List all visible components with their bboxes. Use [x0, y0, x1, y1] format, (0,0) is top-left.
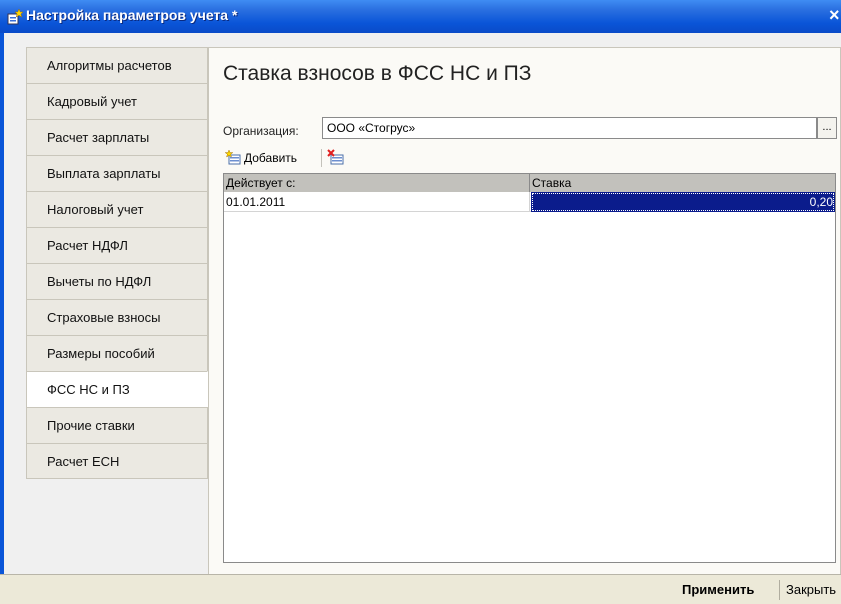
- column-header-effective-date[interactable]: Действует с:: [224, 174, 530, 192]
- organization-field[interactable]: ООО «Стогрус»: [322, 117, 817, 139]
- close-icon[interactable]: ×: [829, 5, 841, 25]
- delete-row-icon[interactable]: [327, 149, 345, 167]
- organization-select-button[interactable]: ...: [817, 117, 837, 139]
- tab-benefits[interactable]: Размеры пособий: [26, 335, 208, 371]
- table-row[interactable]: 01.01.2011 0,20: [224, 192, 835, 212]
- apply-button[interactable]: Применить: [682, 582, 754, 597]
- dialog-body: Алгоритмы расчетов Кадровый учет Расчет …: [0, 33, 841, 575]
- tab-ndfl-deductions[interactable]: Вычеты по НДФЛ: [26, 263, 208, 299]
- footer-bar: Применить Закрыть: [0, 574, 841, 604]
- title-bar[interactable]: Настройка параметров учета * ×: [0, 0, 841, 33]
- settings-window: Настройка параметров учета * × Алгоритмы…: [0, 0, 841, 604]
- organization-label: Организация:: [223, 124, 299, 138]
- tab-content-panel: Ставка взносов в ФСС НС и ПЗ Организация…: [208, 47, 841, 575]
- tab-hr[interactable]: Кадровый учет: [26, 83, 208, 119]
- add-button[interactable]: Добавить: [225, 148, 297, 168]
- page-title: Ставка взносов в ФСС НС и ПЗ: [223, 62, 532, 85]
- tab-payroll-payment[interactable]: Выплата зарплаты: [26, 155, 208, 191]
- settings-app-icon: [7, 8, 24, 25]
- toolbar-separator: [321, 149, 322, 167]
- footer-separator: [779, 580, 780, 600]
- tab-tax-accounting[interactable]: Налоговый учет: [26, 191, 208, 227]
- tab-ndfl-calc[interactable]: Расчет НДФЛ: [26, 227, 208, 263]
- tab-payroll-calc[interactable]: Расчет зарплаты: [26, 119, 208, 155]
- tab-esn-calc[interactable]: Расчет ЕСН: [26, 443, 208, 479]
- close-button[interactable]: Закрыть: [786, 582, 836, 597]
- table-header: Действует с: Ставка: [224, 174, 835, 192]
- window-title: Настройка параметров учета *: [26, 7, 238, 23]
- rates-table[interactable]: Действует с: Ставка 01.01.2011 0,20: [223, 173, 836, 563]
- tab-insurance[interactable]: Страховые взносы: [26, 299, 208, 335]
- add-button-label: Добавить: [244, 151, 298, 165]
- cell-effective-date[interactable]: 01.01.2011: [224, 192, 530, 212]
- tab-algorithms[interactable]: Алгоритмы расчетов: [26, 47, 208, 83]
- tab-fss[interactable]: ФСС НС и ПЗ: [26, 371, 208, 407]
- cell-rate[interactable]: 0,20: [531, 192, 835, 212]
- tab-other-rates[interactable]: Прочие ставки: [26, 407, 208, 443]
- add-row-icon: [225, 150, 241, 165]
- column-header-rate[interactable]: Ставка: [530, 174, 835, 192]
